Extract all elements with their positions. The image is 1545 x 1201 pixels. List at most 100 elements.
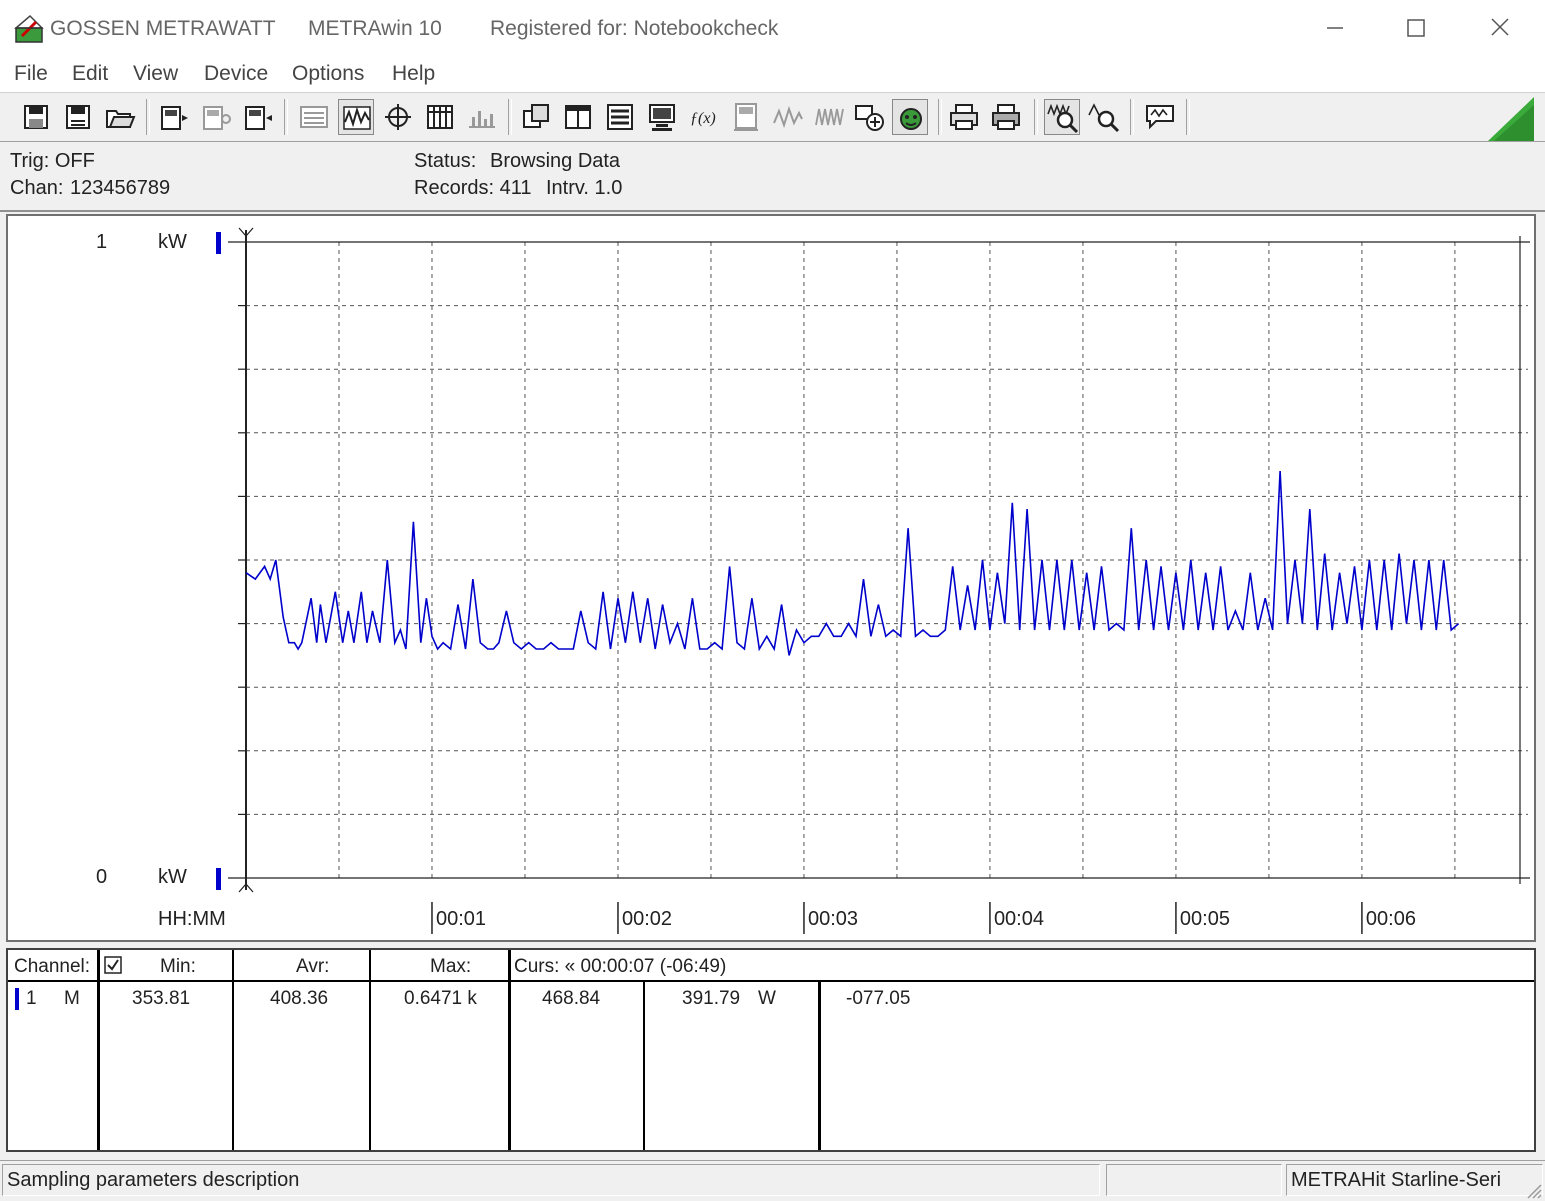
statistics-table: Channel: Min: Avr: Max: Curs: « 00:00:07… <box>6 948 1536 1152</box>
registration-text: Registered for: Notebookcheck <box>490 17 779 40</box>
cell-cursor-value-2: 391.79 <box>682 988 741 1009</box>
column-divider <box>818 982 821 1150</box>
channel-value: 123456789 <box>70 177 171 199</box>
channel-checkbox[interactable] <box>104 956 122 974</box>
header-avr: Avr: <box>296 956 330 977</box>
print-icon <box>950 104 978 130</box>
x-tick-label: 00:02 <box>621 908 673 930</box>
cell-cursor-value-1: 468.84 <box>542 988 601 1009</box>
close-icon <box>1491 18 1509 36</box>
trigger-status: Trig: OFF <box>10 150 95 172</box>
app-title: METRAwin 10 <box>308 17 442 40</box>
grid-lines <box>238 242 1528 878</box>
trace-view-button[interactable] <box>338 99 374 135</box>
resize-grip-icon[interactable] <box>1524 1181 1542 1199</box>
save-button[interactable] <box>18 99 54 135</box>
x-tick-label: 00:06 <box>1365 908 1416 930</box>
monitor-button[interactable] <box>644 99 680 135</box>
signal-button[interactable] <box>770 99 806 135</box>
column-divider <box>508 950 511 1150</box>
device-send-button[interactable] <box>240 99 276 135</box>
cell-unit: W <box>758 988 776 1009</box>
histogram-view-button[interactable] <box>464 99 500 135</box>
device-config-button[interactable] <box>198 99 234 135</box>
cell-difference: -077.05 <box>846 988 911 1009</box>
zoom-out-icon <box>1088 103 1120 133</box>
chart-canvas[interactable] <box>8 216 1534 940</box>
device-config-icon <box>203 106 231 130</box>
toolbar: ƒ(x) <box>0 93 1545 142</box>
comment-button[interactable] <box>1142 99 1178 135</box>
menu-options[interactable]: Options <box>292 62 364 86</box>
comment-icon <box>1146 105 1174 130</box>
table-header-divider <box>8 980 1534 982</box>
channel-label: Chan: <box>10 177 64 199</box>
cell-min: 353.81 <box>132 988 191 1009</box>
status-value: Browsing Data <box>490 150 621 172</box>
channel-list-button[interactable] <box>602 99 638 135</box>
status-text-right: METRAHit Starline-Seri <box>1291 1169 1502 1191</box>
link-button[interactable] <box>852 99 888 135</box>
waveform-icon <box>815 108 844 126</box>
series-1-line <box>245 470 1460 656</box>
meter-button[interactable] <box>728 99 764 135</box>
print-setup-button[interactable] <box>988 99 1024 135</box>
y-axis-bottom-label: 0 <box>96 866 108 888</box>
zoom-icon <box>1047 103 1079 134</box>
cell-avr: 408.36 <box>270 988 329 1009</box>
channel-list-icon <box>607 104 633 130</box>
activity-indicator-icon <box>1488 97 1534 141</box>
zoom-out-button[interactable] <box>1086 99 1122 135</box>
minimize-button[interactable] <box>1312 10 1358 46</box>
interval-value: Intrv. 1.0 <box>546 177 623 199</box>
device-send-icon <box>245 106 272 130</box>
series-scale-marker-top <box>216 232 221 254</box>
histogram-view-icon <box>469 111 495 128</box>
save-as-button[interactable] <box>60 99 96 135</box>
x-axis-label: HH:MM <box>158 908 226 930</box>
toolbar-separator <box>938 99 942 135</box>
menu-view[interactable]: View <box>133 62 178 86</box>
status-panel-right: METRAHit Starline-Seri <box>1286 1164 1543 1196</box>
toolbar-separator <box>508 99 512 135</box>
table-view-button[interactable] <box>422 99 458 135</box>
toolbar-separator <box>146 99 150 135</box>
brand-name: GOSSEN METRAWATT <box>50 17 276 40</box>
column-divider <box>97 950 100 1150</box>
toolbar-separator <box>284 99 288 135</box>
list-view-icon <box>300 106 328 128</box>
menu-help[interactable]: Help <box>392 62 435 86</box>
math-function-button[interactable]: ƒ(x) <box>686 99 722 135</box>
print-button[interactable] <box>946 99 982 135</box>
waveform-button[interactable] <box>812 99 848 135</box>
zoom-button[interactable] <box>1044 99 1080 135</box>
window-arrange-button[interactable] <box>518 99 554 135</box>
save-icon <box>24 105 48 129</box>
status-bar: Sampling parameters description METRAHit… <box>0 1160 1545 1201</box>
x-tick-label: 00:01 <box>435 908 487 930</box>
close-button[interactable] <box>1478 10 1524 46</box>
cell-mode: M <box>64 988 80 1009</box>
device-read-button[interactable] <box>156 99 192 135</box>
trace-view-icon <box>343 106 371 130</box>
status-button[interactable] <box>892 99 928 135</box>
open-button[interactable] <box>102 99 138 135</box>
records-count: Records: 411 <box>414 177 532 199</box>
trace-chart[interactable]: 1 kW 0 kW HH:MM 00:01 00:02 00:03 00:04 00:0… <box>6 214 1536 942</box>
window-tile-icon <box>565 105 591 129</box>
list-view-button[interactable] <box>296 99 332 135</box>
column-divider <box>643 982 645 1150</box>
column-divider <box>369 950 371 1150</box>
table-view-icon <box>427 105 453 129</box>
menu-file[interactable]: File <box>14 62 48 86</box>
status-icon <box>900 108 922 130</box>
print-setup-icon <box>992 104 1020 130</box>
monitor-icon <box>649 104 675 131</box>
window-tile-button[interactable] <box>560 99 596 135</box>
menu-edit[interactable]: Edit <box>72 62 108 86</box>
menu-device[interactable]: Device <box>204 62 268 86</box>
title-bar: GOSSEN METRAWATT METRAwin 10 Registered … <box>0 0 1545 56</box>
maximize-button[interactable] <box>1394 10 1440 46</box>
header-cursor: Curs: « 00:00:07 (-06:49) <box>514 956 727 977</box>
xy-view-button[interactable] <box>380 99 416 135</box>
